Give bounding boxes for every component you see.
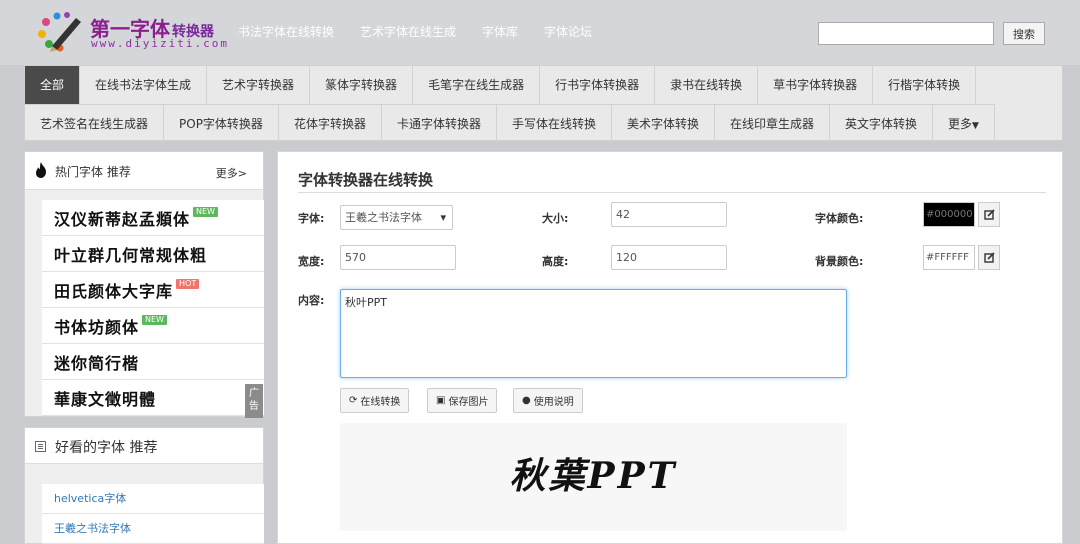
list-icon: [35, 441, 46, 452]
site-header: 第一字体 转换器 www.diyiziti.com 书法字体在线转换 艺术字体在线…: [0, 0, 1080, 65]
font-sample: 汉仪新蒂赵孟頫体: [54, 209, 191, 229]
search-input[interactable]: [818, 22, 994, 45]
help-button[interactable]: ● 使用说明: [513, 388, 583, 413]
category-cursive-script[interactable]: 草书字体转换器: [758, 66, 874, 104]
hot-fonts-title: 热门字体 推荐: [55, 165, 131, 179]
search-button[interactable]: 搜索: [1003, 22, 1045, 45]
new-badge: NEW: [142, 314, 167, 325]
recommended-fonts-title: 好看的字体 推荐: [55, 440, 158, 456]
font-item[interactable]: 迷你简行楷: [42, 344, 264, 380]
font-select-value: 王羲之书法字体: [345, 211, 422, 224]
category-seal-generator[interactable]: 在线印章生成器: [715, 105, 831, 143]
top-nav: 书法字体在线转换 艺术字体在线生成 字体库 字体论坛: [238, 23, 592, 40]
width-label: 宽度:: [298, 255, 325, 268]
new-badge: NEW: [193, 206, 218, 217]
list-item[interactable]: helvetica字体: [42, 484, 264, 514]
category-row-2: 艺术签名在线生成器 POP字体转换器 花体字转换器 卡通字体转换器 手写体在线转…: [25, 104, 995, 143]
font-item[interactable]: 汉仪新蒂赵孟頫体 NEW: [42, 200, 264, 236]
nav-link-font-library[interactable]: 字体库: [482, 23, 518, 40]
bg-color-input[interactable]: #FFFFFF: [923, 245, 975, 270]
convert-button[interactable]: ⟳ 在线转换: [340, 388, 410, 413]
hot-fonts-header: 热门字体 推荐 更多>: [25, 152, 263, 190]
edit-icon: [983, 252, 995, 263]
font-item[interactable]: 華康文徵明體: [42, 380, 264, 416]
title-divider: [298, 192, 1046, 193]
category-signature[interactable]: 艺术签名在线生成器: [25, 105, 165, 143]
category-art-font[interactable]: 艺术字转换器: [207, 66, 311, 104]
save-image-button[interactable]: ▣ 保存图片: [427, 388, 498, 413]
category-row-1: 全部 在线书法字体生成 艺术字转换器 篆体字转换器 毛笔字在线生成器 行书字体转…: [25, 66, 977, 104]
font-sample: 书体坊颜体: [54, 317, 140, 337]
font-label: 字体:: [298, 212, 325, 225]
page-title: 字体转换器在线转换: [298, 171, 434, 189]
nav-link-art-font[interactable]: 艺术字体在线生成: [360, 23, 456, 40]
category-handwriting[interactable]: 手写体在线转换: [497, 105, 612, 143]
category-fancy-font[interactable]: 花体字转换器: [279, 105, 382, 143]
font-sample: 迷你简行楷: [54, 353, 140, 373]
content-textarea[interactable]: 秋叶PPT: [340, 289, 847, 378]
hot-badge: HOT: [176, 278, 200, 289]
category-calligraphy-generator[interactable]: 在线书法字体生成: [80, 66, 208, 104]
category-pop-font[interactable]: POP字体转换器: [164, 105, 279, 143]
hot-fonts-panel: 热门字体 推荐 更多> 汉仪新蒂赵孟頫体 NEW 叶立群几何常规体粗 田氏颜体大字…: [24, 151, 264, 418]
font-sample: 叶立群几何常规体粗: [54, 245, 208, 265]
font-sample: 田氏颜体大字库: [54, 281, 174, 301]
ad-label: 广告: [245, 384, 263, 418]
font-color-label: 字体颜色:: [815, 212, 864, 225]
category-more-label: 更多: [948, 117, 973, 131]
nav-link-calligraphy[interactable]: 书法字体在线转换: [238, 23, 334, 40]
picture-icon: ▣: [436, 395, 446, 406]
bg-color-label: 背景颜色:: [815, 255, 864, 268]
logo-icon: [38, 12, 81, 52]
recommended-fonts-header: 好看的字体 推荐: [25, 428, 263, 464]
category-running-script[interactable]: 行书字体转换器: [540, 66, 656, 104]
size-input[interactable]: 42: [611, 202, 727, 227]
logo-url: www.diyiziti.com: [91, 37, 229, 50]
hot-fonts-list: 汉仪新蒂赵孟頫体 NEW 叶立群几何常规体粗 田氏颜体大字库 HOT 书体坊颜体 NE…: [42, 200, 264, 416]
save-image-button-label: 保存图片: [448, 397, 489, 408]
font-select[interactable]: 王羲之书法字体: [340, 205, 453, 230]
category-clerical-script[interactable]: 隶书在线转换: [655, 66, 759, 104]
info-icon: ●: [522, 395, 531, 406]
category-brush-font[interactable]: 毛笔字在线生成器: [413, 66, 541, 104]
convert-button-label: 在线转换: [360, 397, 401, 408]
preview-text: 秋葉PPT: [509, 455, 678, 497]
category-all[interactable]: 全部: [25, 66, 81, 104]
category-english-font[interactable]: 英文字体转换: [830, 105, 934, 143]
size-label: 大小:: [542, 212, 569, 225]
recommended-fonts-panel: 好看的字体 推荐 helvetica字体 王羲之书法字体: [24, 427, 264, 544]
caret-down-icon: ▼: [972, 121, 979, 131]
category-cartoon-font[interactable]: 卡通字体转换器: [382, 105, 497, 143]
font-sample: 華康文徵明體: [54, 389, 157, 409]
edit-icon: [983, 209, 995, 220]
height-label: 高度:: [542, 255, 569, 268]
width-input[interactable]: 570: [340, 245, 456, 270]
font-color-picker-button[interactable]: [978, 202, 1000, 227]
category-running-regular[interactable]: 行楷字体转换: [873, 66, 977, 104]
converter-panel: 字体转换器在线转换 字体: 王羲之书法字体 大小: 42 字体颜色: #0000…: [277, 151, 1063, 544]
refresh-icon: ⟳: [349, 395, 358, 406]
hot-fonts-more-link[interactable]: 更多>: [216, 165, 247, 181]
bg-color-picker-button[interactable]: [978, 245, 1000, 270]
category-more[interactable]: 更多▼: [933, 105, 995, 143]
nav-link-forum[interactable]: 字体论坛: [544, 23, 592, 40]
fire-icon: [36, 162, 46, 178]
preview-image: 秋葉PPT: [340, 423, 847, 531]
help-button-label: 使用说明: [533, 397, 574, 408]
category-decorative-font[interactable]: 美术字体转换: [612, 105, 715, 143]
height-input[interactable]: 120: [611, 245, 727, 270]
font-item[interactable]: 叶立群几何常规体粗: [42, 236, 264, 272]
content-label: 内容:: [298, 294, 325, 307]
category-bar: 全部 在线书法字体生成 艺术字转换器 篆体字转换器 毛笔字在线生成器 行书字体转…: [24, 65, 1063, 143]
font-color-input[interactable]: #000000: [923, 202, 975, 227]
recommended-fonts-list: helvetica字体 王羲之书法字体: [42, 484, 264, 544]
category-seal-script[interactable]: 篆体字转换器: [310, 66, 414, 104]
site-logo[interactable]: 第一字体 转换器 www.diyiziti.com: [36, 10, 229, 56]
font-item[interactable]: 书体坊颜体 NEW: [42, 308, 264, 344]
list-item[interactable]: 王羲之书法字体: [42, 514, 264, 544]
font-item[interactable]: 田氏颜体大字库 HOT: [42, 272, 264, 308]
